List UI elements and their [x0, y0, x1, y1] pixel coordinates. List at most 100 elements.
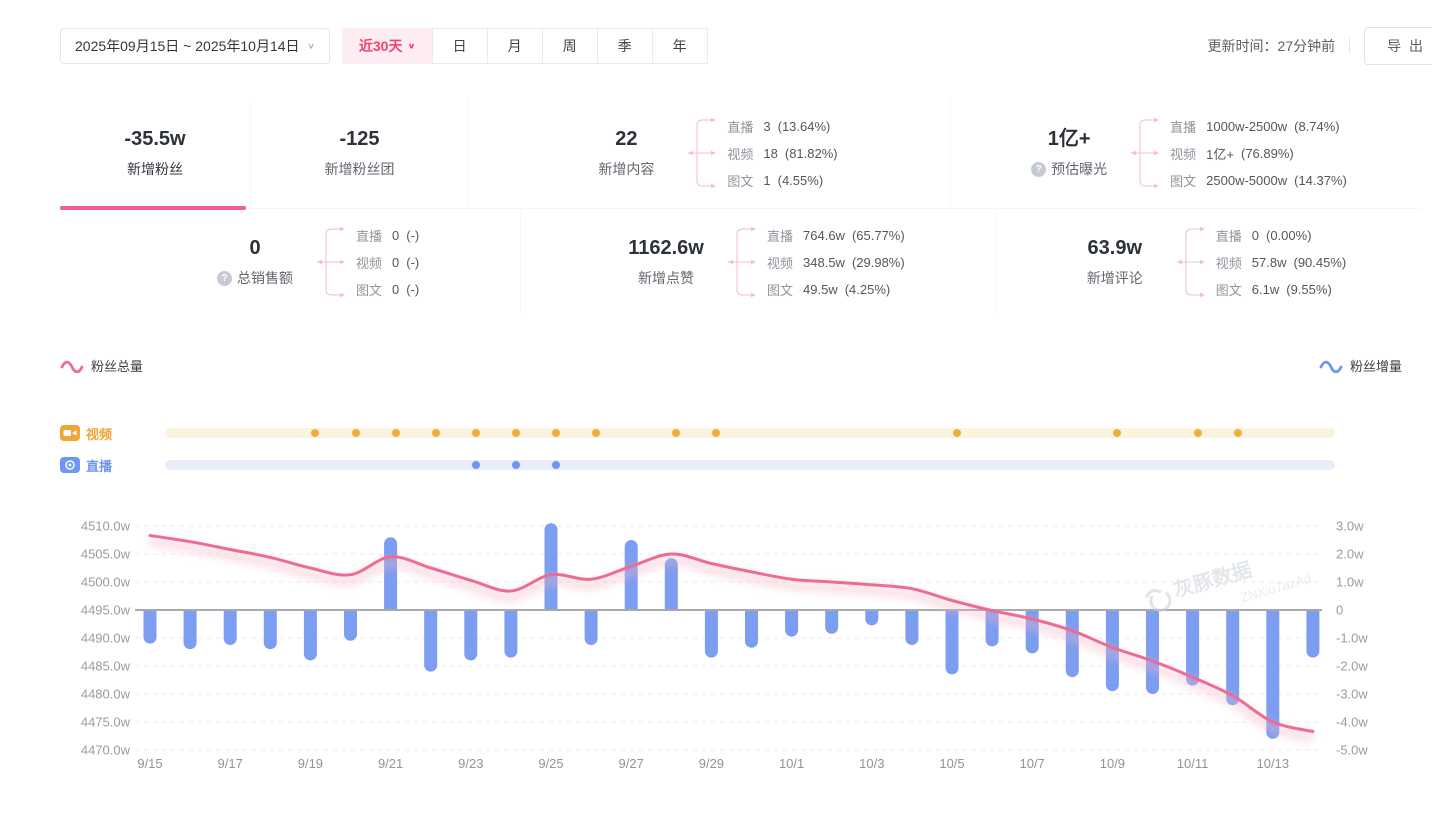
fans-trend-chart[interactable]: 4510.0w3.0w4505.0w2.0w4500.0w1.0w4495.0w…: [0, 498, 1432, 818]
breakdown-percent: (13.64%): [778, 119, 831, 134]
stat-main: -35.5w新增粉丝: [110, 127, 200, 179]
delta-bar[interactable]: [304, 610, 317, 660]
period-tab-周[interactable]: 周: [542, 28, 598, 64]
marker-dot[interactable]: [552, 461, 560, 469]
delta-bar[interactable]: [946, 610, 959, 674]
marker-dot[interactable]: [311, 429, 319, 437]
delta-bar[interactable]: [705, 610, 718, 658]
stat-card-新增内容[interactable]: 22新增内容直播3(13.64%)视频18(81.82%)图文1(4.55%): [468, 98, 950, 208]
right-axis-label: -1.0w: [1336, 631, 1368, 646]
stat-card-新增粉丝[interactable]: -35.5w新增粉丝: [60, 98, 250, 208]
stat-combo: 1162.6w新增点赞直播764.6w(65.77%)视频348.5w(29.9…: [621, 221, 905, 303]
stat-card-总销售额[interactable]: 0?总销售额直播0(-)视频0(-)图文0(-): [60, 209, 520, 315]
period-tab-季[interactable]: 季: [597, 28, 653, 64]
breakdown-value: 1: [763, 173, 770, 188]
breakdown-list: 直播764.6w(65.77%)视频348.5w(29.98%)图文49.5w(…: [767, 222, 905, 303]
marker-row-直播: 直播: [60, 456, 112, 474]
marker-dot[interactable]: [1194, 429, 1202, 437]
marker-dot[interactable]: [432, 429, 440, 437]
breakdown-percent: (-): [406, 255, 419, 270]
quick-range-dropdown[interactable]: 近30天 ∨: [342, 28, 433, 64]
breakdown-bracket: [314, 221, 348, 303]
delta-bar[interactable]: [184, 610, 197, 649]
marker-track: [165, 460, 1335, 470]
delta-bar[interactable]: [1146, 610, 1159, 694]
marker-dot[interactable]: [512, 461, 520, 469]
delta-bar[interactable]: [745, 610, 758, 648]
marker-dot[interactable]: [1113, 429, 1121, 437]
stat-main: 22新增内容: [581, 127, 671, 179]
period-segmented-control: 近30天 ∨ 日月周季年: [342, 28, 708, 64]
marker-label: 直播: [60, 456, 112, 475]
stat-cards: -35.5w新增粉丝 -125新增粉丝团 22新增内容直播3(13.64%)视频18…: [60, 98, 1420, 315]
delta-bar[interactable]: [585, 610, 598, 645]
legend-fans-delta[interactable]: 粉丝增量: [1319, 356, 1402, 375]
breakdown-value: 49.5w: [803, 282, 838, 297]
delta-bar[interactable]: [825, 610, 838, 634]
marker-dot[interactable]: [592, 429, 600, 437]
delta-bar[interactable]: [865, 610, 878, 625]
fans-total-line[interactable]: [150, 536, 1313, 732]
breakdown-label: 视频: [1216, 253, 1242, 272]
delta-bar[interactable]: [1306, 610, 1319, 658]
breakdown-value: 2500w-5000w: [1206, 173, 1287, 188]
delta-bar[interactable]: [905, 610, 918, 645]
left-axis-label: 4485.0w: [81, 659, 131, 674]
help-icon[interactable]: ?: [217, 271, 232, 286]
right-axis-label: 0: [1336, 603, 1343, 618]
breakdown-percent: (-): [406, 282, 419, 297]
delta-bar[interactable]: [424, 610, 437, 672]
delta-bar[interactable]: [384, 537, 397, 610]
breakdown-value: 0: [392, 228, 399, 243]
marker-dot[interactable]: [512, 429, 520, 437]
delta-bar[interactable]: [504, 610, 517, 658]
marker-dot[interactable]: [1234, 429, 1242, 437]
breakdown-row: 视频348.5w(29.98%): [767, 249, 905, 276]
breakdown-list: 直播0(0.00%)视频57.8w(90.45%)图文6.1w(9.55%): [1216, 222, 1346, 303]
breakdown-value: 57.8w: [1252, 255, 1287, 270]
legend-fans-total[interactable]: 粉丝总量: [60, 356, 143, 375]
marker-dot[interactable]: [672, 429, 680, 437]
x-axis-label: 10/5: [939, 756, 964, 771]
delta-bar[interactable]: [665, 558, 678, 610]
delta-bar[interactable]: [464, 610, 477, 660]
left-axis-label: 4510.0w: [81, 519, 131, 534]
delta-bar[interactable]: [264, 610, 277, 649]
help-icon[interactable]: ?: [1031, 162, 1046, 177]
breakdown-label: 图文: [767, 280, 793, 299]
marker-dot[interactable]: [392, 429, 400, 437]
stat-card-新增粉丝团[interactable]: -125新增粉丝团: [250, 98, 468, 208]
delta-bar[interactable]: [1226, 610, 1239, 705]
marker-dot[interactable]: [712, 429, 720, 437]
stat-value: 63.9w: [1088, 236, 1142, 260]
delta-bar[interactable]: [224, 610, 237, 645]
stat-combo: 22新增内容直播3(13.64%)视频18(81.82%)图文1(4.55%): [581, 112, 837, 194]
marker-dot[interactable]: [472, 429, 480, 437]
pink-wave-icon: [60, 359, 84, 373]
stat-card-预估曝光[interactable]: 1亿+?预估曝光直播1000w-2500w(8.74%)视频1亿+(76.89%…: [950, 98, 1420, 208]
period-tab-日[interactable]: 日: [432, 28, 488, 64]
date-range-picker[interactable]: 2025年09月15日 ~ 2025年10月14日 ∨: [60, 28, 330, 64]
left-axis-label: 4480.0w: [81, 687, 131, 702]
stat-card-新增评论[interactable]: 63.9w新增评论直播0(0.00%)视频57.8w(90.45%)图文6.1w…: [995, 209, 1420, 315]
period-tab-月[interactable]: 月: [487, 28, 543, 64]
breakdown-row: 直播0(0.00%): [1216, 222, 1346, 249]
stat-label-row: ?预估曝光: [1031, 159, 1107, 179]
period-tab-年[interactable]: 年: [652, 28, 708, 64]
marker-dot[interactable]: [552, 429, 560, 437]
delta-bar[interactable]: [545, 523, 558, 610]
x-axis-label: 9/21: [378, 756, 403, 771]
left-axis-label: 4500.0w: [81, 575, 131, 590]
left-axis-label: 4490.0w: [81, 631, 131, 646]
breakdown-label: 视频: [767, 253, 793, 272]
delta-bar[interactable]: [144, 610, 157, 644]
delta-bar[interactable]: [785, 610, 798, 637]
stat-card-新增点赞[interactable]: 1162.6w新增点赞直播764.6w(65.77%)视频348.5w(29.9…: [520, 209, 995, 315]
toolbar: 2025年09月15日 ~ 2025年10月14日 ∨ 近30天 ∨ 日月周季年…: [60, 28, 1432, 64]
delta-bar[interactable]: [344, 610, 357, 641]
stat-value: -35.5w: [124, 127, 185, 151]
export-button[interactable]: 导 出: [1364, 27, 1432, 65]
marker-dot[interactable]: [352, 429, 360, 437]
marker-dot[interactable]: [953, 429, 961, 437]
marker-dot[interactable]: [472, 461, 480, 469]
